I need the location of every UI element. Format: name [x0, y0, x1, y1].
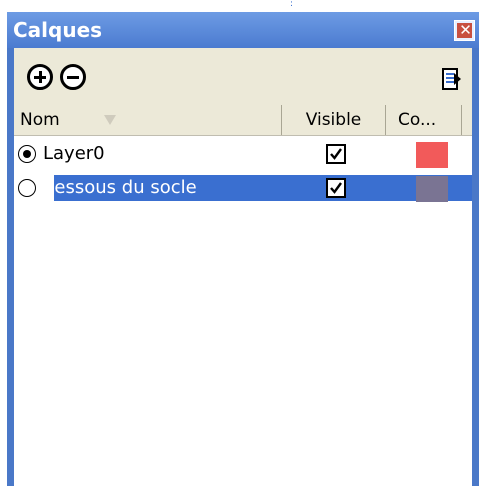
sort-arrow-icon	[104, 115, 116, 125]
remove-layer-button[interactable]	[60, 64, 86, 90]
layer-color-swatch[interactable]	[416, 176, 448, 202]
minus-circle-icon	[67, 76, 79, 79]
layer-name: dessous du socle	[43, 177, 197, 198]
check-icon	[330, 182, 342, 194]
visible-checkbox[interactable]	[326, 144, 346, 164]
details-button[interactable]	[440, 65, 462, 91]
close-button[interactable]: ✕	[454, 20, 475, 41]
details-arrow-icon	[454, 73, 461, 85]
layer-row[interactable]: Layer0	[14, 139, 472, 169]
layer-name: Layer0	[43, 143, 105, 164]
layer-row[interactable]: dessous du socle	[14, 173, 472, 203]
header-color[interactable]: Co...	[386, 105, 462, 135]
check-icon	[330, 148, 342, 160]
header-name[interactable]: Nom	[14, 105, 282, 135]
background-strip: :	[0, 0, 479, 12]
window-title: Calques	[13, 18, 103, 42]
toolbar	[14, 48, 472, 98]
column-headers: Nom Visible Co...	[14, 105, 472, 136]
active-layer-radio[interactable]	[18, 145, 36, 163]
header-visible[interactable]: Visible	[282, 105, 386, 135]
title-bar[interactable]: Calques ✕	[7, 12, 479, 48]
layers-panel: Nom Visible Co... Layer0 dessous du socl…	[14, 48, 472, 486]
close-icon: ✕	[459, 21, 472, 39]
header-name-label: Nom	[20, 110, 60, 130]
visible-checkbox[interactable]	[326, 178, 346, 198]
layers-window: Calques ✕ Nom Visible Co... Layer0 desso…	[7, 12, 479, 486]
top-marker: :	[290, 0, 294, 9]
active-layer-radio[interactable]	[18, 179, 36, 197]
layers-list: Nom Visible Co... Layer0 dessous du socl…	[14, 105, 472, 486]
add-layer-button[interactable]	[27, 64, 53, 90]
layer-color-swatch[interactable]	[416, 142, 448, 168]
